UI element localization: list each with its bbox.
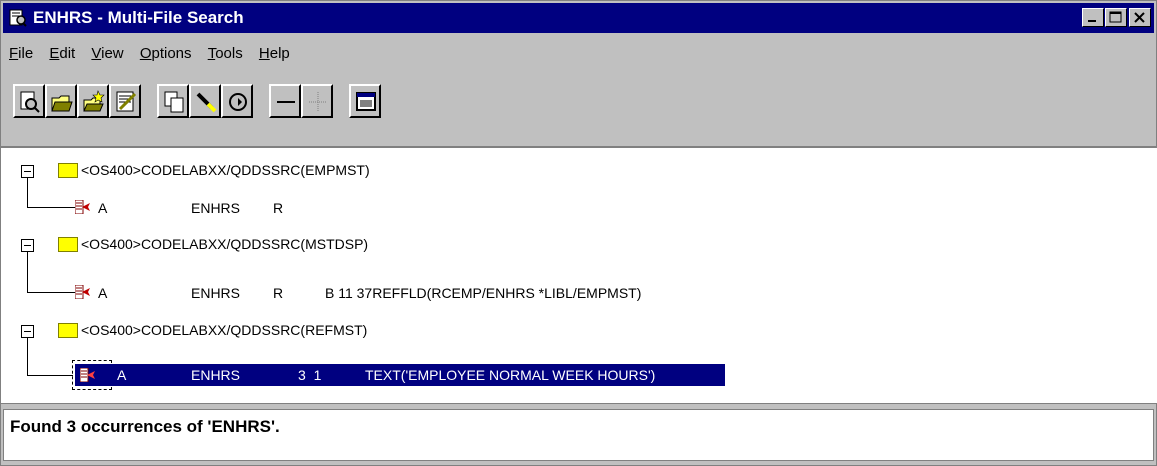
highlight-button[interactable]	[189, 84, 221, 118]
refresh-icon	[229, 93, 247, 111]
record-icon	[75, 200, 90, 214]
menu-help[interactable]: Help	[253, 41, 296, 62]
record-position: 3 1	[298, 367, 322, 383]
record-definition: B 11 37REFFLD(RCEMP/ENHRS *LIBL/EMPMST)	[325, 285, 642, 301]
menu-view[interactable]: View	[85, 41, 129, 62]
find-button[interactable]	[13, 84, 45, 118]
search-window: ENHRS - Multi-File Search File Edit View…	[0, 0, 1157, 466]
menu-bar: File Edit View Options Tools Help	[3, 41, 296, 65]
window-title: ENHRS - Multi-File Search	[33, 8, 244, 27]
window-icon	[356, 92, 376, 111]
record-col-a: A	[117, 367, 127, 383]
copy-button[interactable]	[157, 84, 189, 118]
open-multiple-icon	[83, 90, 105, 112]
expand-button[interactable]	[301, 84, 333, 118]
minimize-icon	[1088, 20, 1096, 22]
menu-file[interactable]: File	[3, 41, 39, 62]
status-message: Found 3 occurrences of 'ENHRS'.	[10, 417, 280, 436]
window-button[interactable]	[349, 84, 381, 118]
record-definition: TEXT('EMPLOYEE NORMAL WEEK HOURS')	[365, 367, 656, 383]
close-icon	[1134, 12, 1145, 23]
collapse-icon	[277, 101, 295, 103]
menu-options[interactable]: Options	[134, 41, 198, 62]
collapse-toggle[interactable]	[21, 165, 34, 178]
refresh-button[interactable]	[221, 84, 253, 118]
record-field: ENHRS	[191, 285, 241, 301]
search-app-icon	[9, 9, 27, 27]
results-tree[interactable]: <OS400>CODELABXX/QDDSSRC(EMPMST) A ENHRS…	[1, 146, 1157, 404]
folder-icon	[58, 163, 78, 178]
tree-file-node[interactable]: <OS400>CODELABXX/QDDSSRC(REFMST)	[81, 322, 367, 338]
record-field: ENHRS	[191, 200, 241, 216]
copy-icon	[164, 91, 184, 113]
open-multiple-button[interactable]	[77, 84, 109, 118]
edit-button[interactable]	[109, 84, 141, 118]
record-type: R	[273, 200, 284, 216]
open-folder-icon	[51, 95, 73, 112]
collapse-toggle[interactable]	[21, 325, 34, 338]
record-col-a: A	[98, 285, 108, 301]
menu-edit[interactable]: Edit	[43, 41, 81, 62]
collapse-toggle[interactable]	[21, 239, 34, 252]
close-button[interactable]	[1129, 8, 1151, 27]
tree-file-node[interactable]: <OS400>CODELABXX/QDDSSRC(MSTDSP)	[81, 236, 368, 252]
tree-file-node[interactable]: <OS400>CODELABXX/QDDSSRC(EMPMST)	[81, 162, 370, 178]
record-col-a: A	[98, 200, 108, 216]
highlight-icon	[196, 92, 217, 113]
folder-icon	[58, 237, 78, 252]
record-icon	[80, 368, 95, 382]
status-panel: Found 3 occurrences of 'ENHRS'.	[3, 409, 1154, 461]
title-bar[interactable]: ENHRS - Multi-File Search	[3, 3, 1154, 33]
maximize-button[interactable]	[1105, 8, 1127, 27]
expand-icon	[309, 92, 327, 112]
open-folder-button[interactable]	[45, 84, 77, 118]
menu-tools[interactable]: Tools	[202, 41, 249, 62]
folder-icon	[58, 323, 78, 338]
record-icon	[75, 285, 90, 299]
maximize-icon	[1109, 11, 1122, 23]
record-type: R	[273, 285, 284, 301]
minimize-button[interactable]	[1082, 8, 1104, 27]
find-icon	[20, 91, 40, 113]
edit-icon	[116, 91, 137, 112]
collapse-button[interactable]	[269, 84, 301, 118]
record-field: ENHRS	[191, 367, 241, 383]
